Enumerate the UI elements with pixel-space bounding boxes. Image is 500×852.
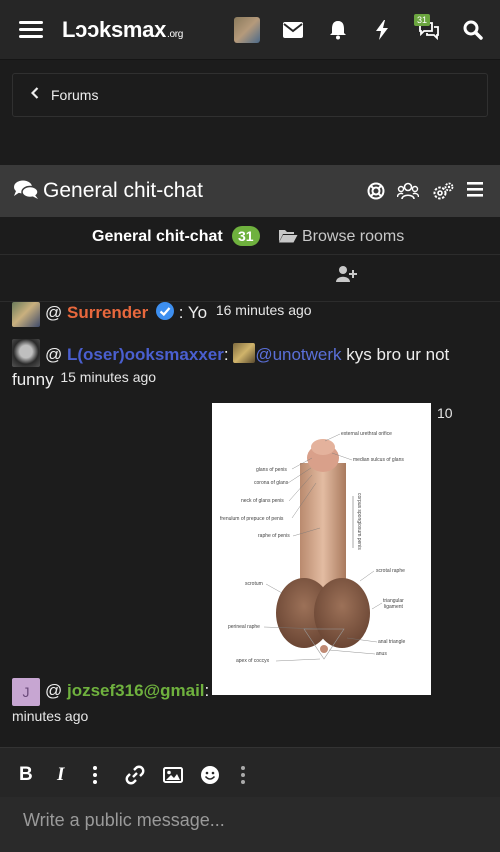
avatar[interactable]: J — [12, 678, 40, 706]
breadcrumb[interactable]: Forums — [12, 73, 488, 117]
diagram-label: scrotum — [245, 581, 263, 587]
verified-badge-icon — [155, 302, 174, 325]
diagram-label: glans of penis — [256, 467, 287, 473]
link-icon[interactable] — [125, 765, 145, 791]
top-nav: Lɔɔksmax.org 31 — [0, 0, 500, 60]
chevron-left-icon — [30, 86, 39, 104]
diagram-label: scrotal raphe — [376, 568, 405, 574]
avatar[interactable] — [12, 339, 40, 367]
avatar[interactable] — [12, 302, 40, 327]
message-image[interactable]: external urethral orifice median sulcus … — [212, 403, 431, 695]
room-menu-icon[interactable] — [467, 182, 483, 202]
mention-link[interactable]: @unotwerk — [255, 345, 341, 364]
editor-toolbar: B I — [0, 747, 500, 797]
tab-general-chit-chat[interactable]: General chit-chat — [92, 228, 223, 246]
bold-icon[interactable]: B — [19, 764, 33, 786]
add-user-icon[interactable] — [336, 265, 358, 288]
diagram-label: perineal raphe — [228, 624, 260, 630]
comments-icon — [13, 179, 39, 206]
breadcrumb-forums-link[interactable]: Forums — [51, 87, 98, 103]
settings-icon[interactable] — [432, 182, 454, 205]
menu-icon[interactable] — [18, 18, 44, 42]
room-tabs: General chit-chat 31 Browse rooms — [0, 217, 500, 255]
diagram-label: external urethral orifice — [341, 431, 392, 437]
chat-badge: 31 — [414, 14, 431, 26]
message-text: kys bro ur not — [341, 345, 450, 364]
diagram-label: anus — [376, 651, 387, 657]
room-count-badge: 31 — [232, 226, 260, 246]
diagram-label: ligament — [384, 604, 404, 610]
message-text: : Yo — [178, 303, 208, 322]
browse-rooms-label: Browse rooms — [302, 228, 405, 245]
timestamp: 16 minutes ago — [215, 302, 312, 318]
more-vertical-icon[interactable] — [92, 766, 98, 790]
italic-icon[interactable]: I — [57, 764, 64, 786]
diagram-label: frenulum of prepuce of penis — [220, 516, 284, 522]
diagram-label: apex of coccyx — [236, 658, 270, 664]
username-link[interactable]: L(oser)ooksmaxxer — [67, 345, 224, 364]
message-input-placeholder: Write a public message... — [23, 810, 225, 830]
more-vertical-icon[interactable] — [240, 766, 246, 790]
diagram-label: anal triangle — [378, 639, 405, 645]
user-avatar[interactable] — [234, 17, 260, 43]
diagram-label: corona of glans — [254, 480, 289, 486]
emoji-icon[interactable] — [200, 765, 220, 791]
help-icon[interactable] — [367, 182, 385, 205]
message-text: funny — [12, 370, 54, 389]
site-logo[interactable]: Lɔɔksmax.org — [62, 17, 183, 43]
timestamp: 15 minutes ago — [60, 369, 157, 385]
timestamp: minutes ago — [12, 708, 89, 724]
bell-icon[interactable] — [325, 18, 351, 42]
diagram-label: neck of glans penis — [241, 498, 284, 504]
list-item: @ Surrender : Yo 16 minutes ago — [45, 302, 312, 325]
list-item: @ jozsef316@gmail: — [45, 681, 210, 700]
list-item-continued: funny 15 minutes ago — [12, 369, 157, 390]
message-input[interactable]: Write a public message... — [0, 797, 500, 852]
room-title: General chit-chat — [43, 179, 203, 202]
diagram-label: median sulcus of glans — [353, 457, 404, 463]
diagram-label: corpus spongiosum penis — [356, 493, 362, 550]
avatar[interactable] — [233, 343, 256, 363]
image-icon[interactable] — [163, 767, 183, 789]
username-link[interactable]: jozsef316@gmail — [67, 681, 205, 700]
invite-row — [0, 256, 500, 302]
room-header: General chit-chat — [0, 165, 500, 217]
lightning-icon[interactable] — [369, 18, 395, 42]
list-item: @ L(oser)ooksmaxxer: @unotwerk kys bro u… — [45, 343, 450, 364]
folder-open-icon — [278, 228, 298, 248]
username-link[interactable]: Surrender — [67, 303, 148, 322]
search-icon[interactable] — [460, 18, 486, 42]
users-icon[interactable] — [396, 182, 420, 205]
diagram-label: raphe of penis — [258, 533, 290, 539]
mail-icon[interactable] — [280, 18, 306, 42]
tab-browse-rooms[interactable]: Browse rooms — [278, 228, 404, 248]
timestamp: 10 — [437, 405, 453, 421]
